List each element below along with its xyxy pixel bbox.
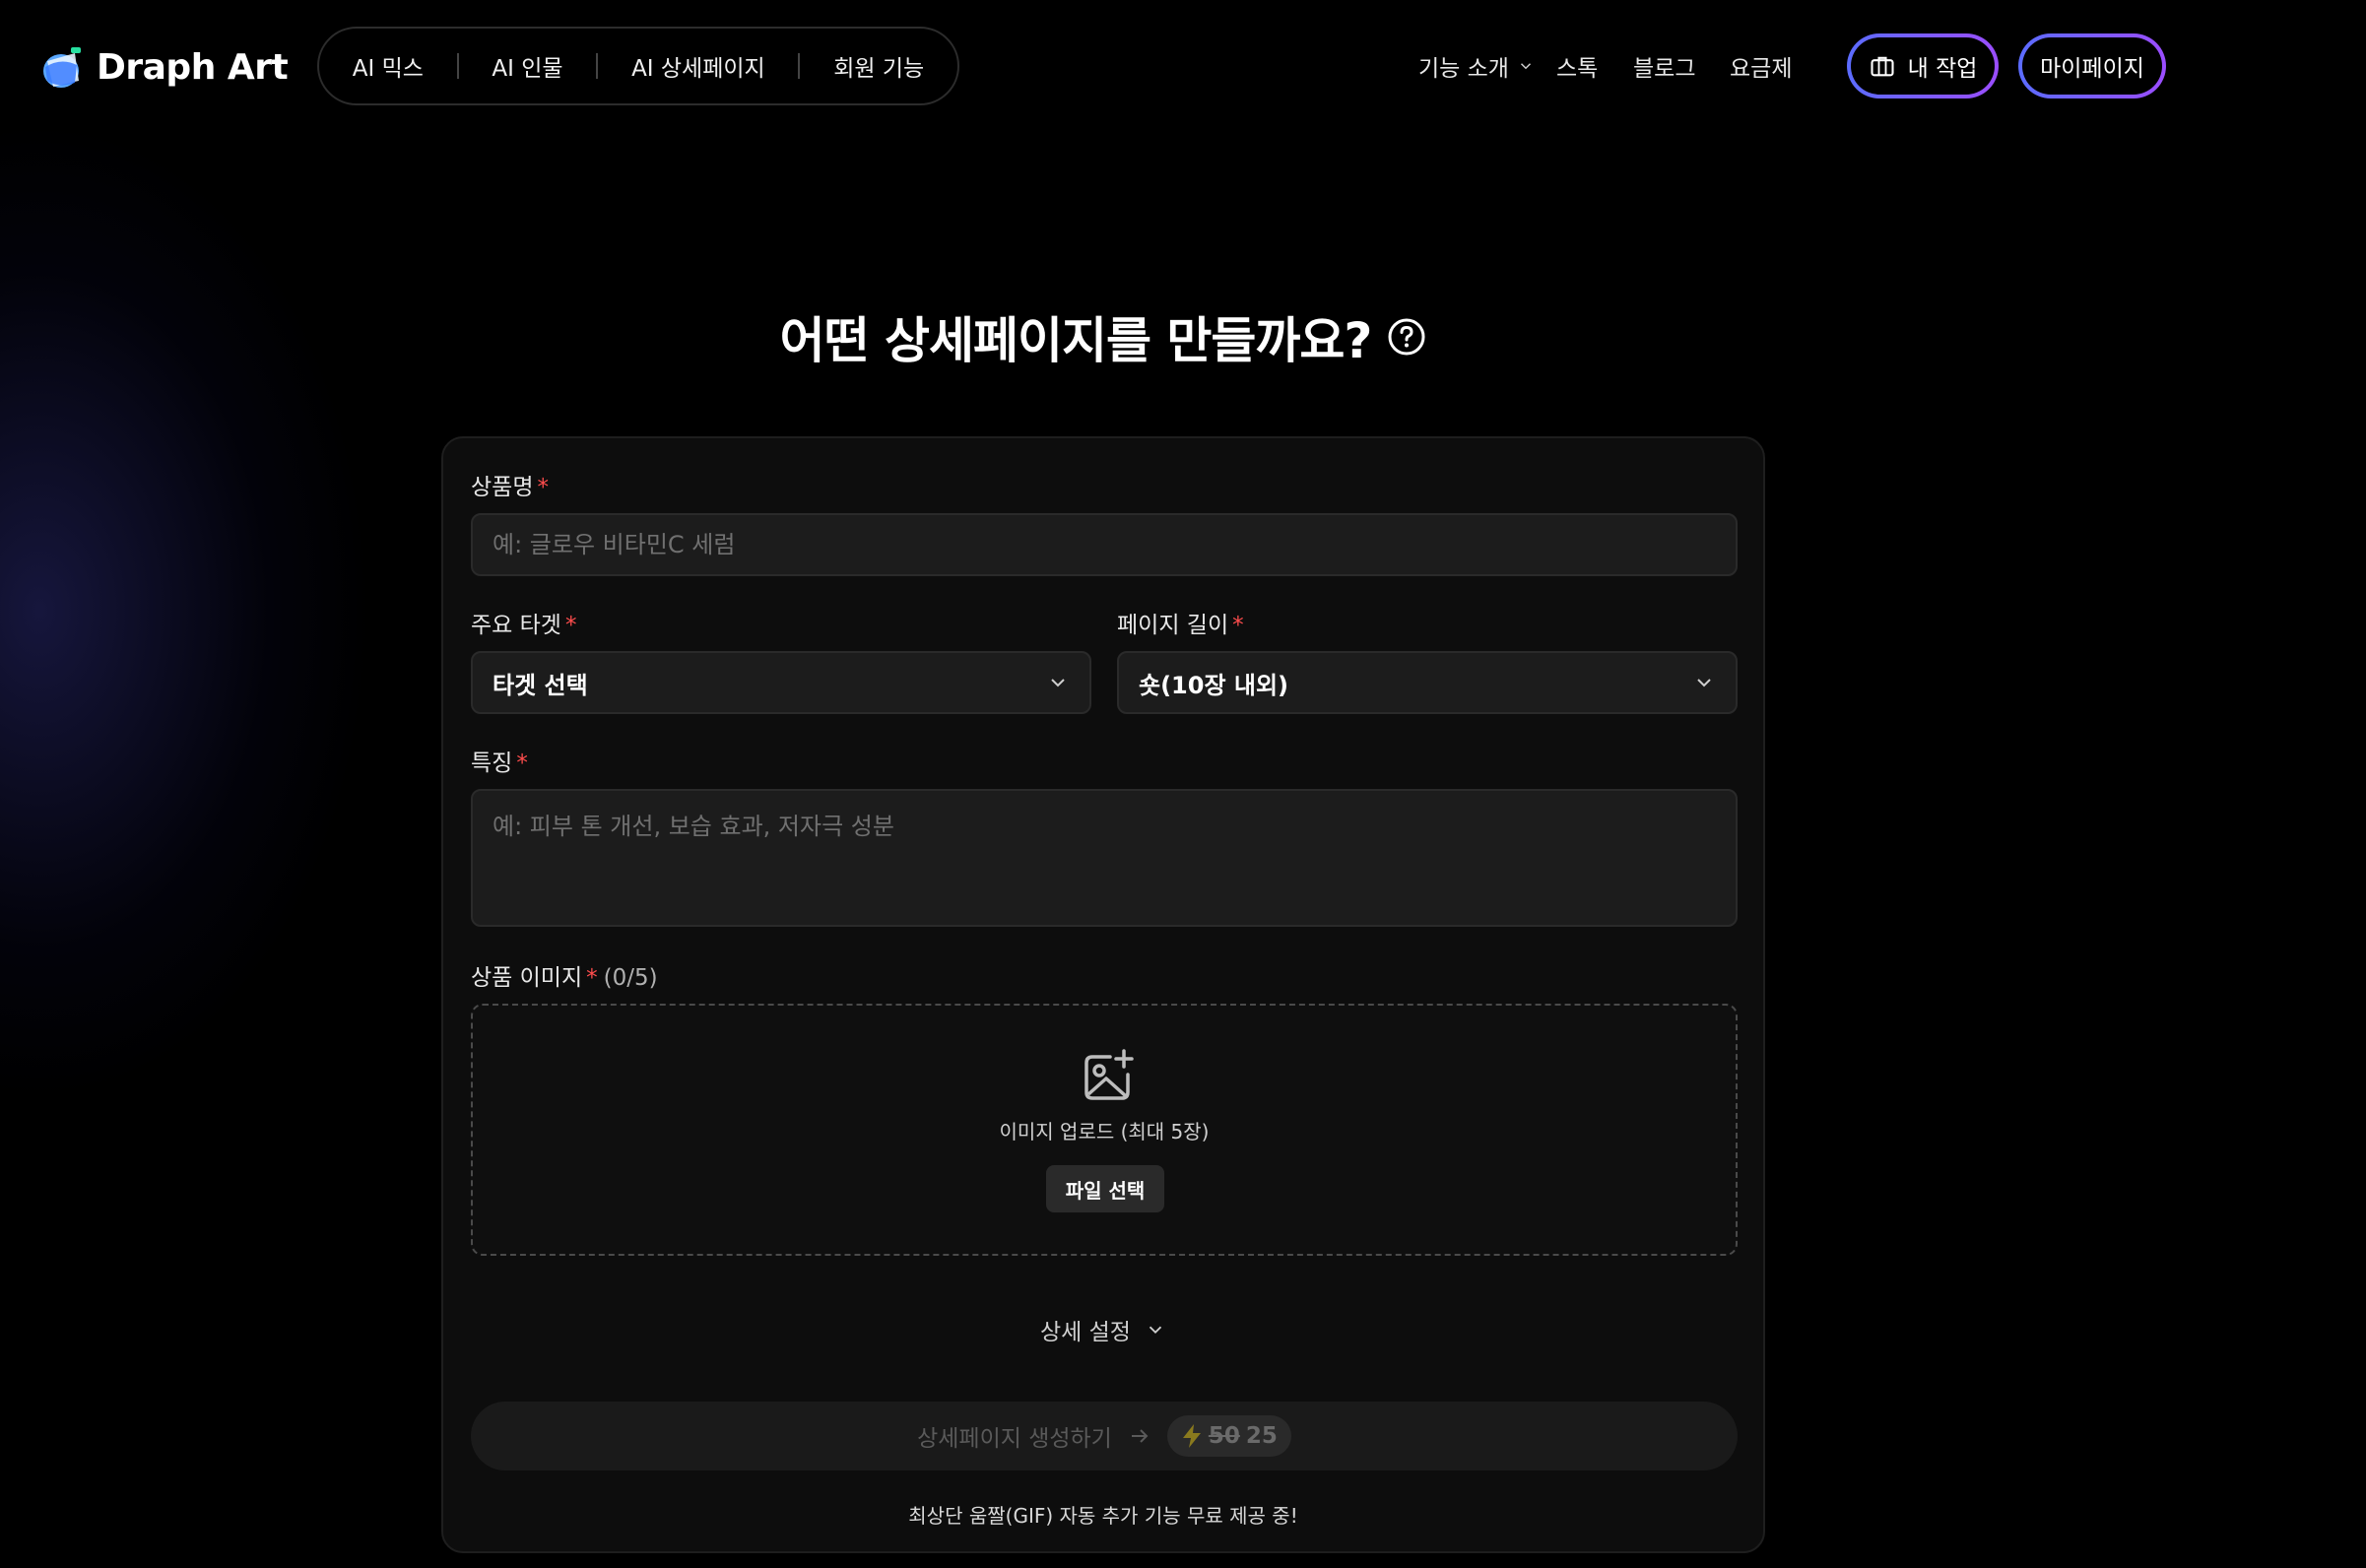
required-mark: * xyxy=(516,751,528,776)
briefcase-icon xyxy=(1871,56,1894,77)
promo-footnote: 최상단 움짤(GIF) 자동 추가 기능 무료 제공 중! xyxy=(908,1504,1298,1528)
required-mark: * xyxy=(1232,613,1244,638)
product-name-input[interactable] xyxy=(493,531,1716,558)
nav-pricing[interactable]: 요금제 xyxy=(1730,49,1792,83)
page-length-label: 페이지 길이 * xyxy=(1117,613,1244,638)
target-label: 주요 타겟 * xyxy=(471,613,577,638)
brand-logo[interactable]: Draph Art xyxy=(41,39,289,95)
required-mark: * xyxy=(537,475,549,500)
nav-features-dropdown[interactable]: 기능 소개 xyxy=(1418,49,1535,83)
product-image-label: 상품 이미지 * (0/5) xyxy=(471,965,658,991)
logo-icon xyxy=(43,47,81,88)
features-field[interactable] xyxy=(471,789,1738,927)
nav-item-member-features[interactable]: 회원 기능 xyxy=(833,49,924,83)
chevron-down-icon xyxy=(1697,679,1711,687)
file-select-button[interactable]: 파일 선택 xyxy=(1046,1165,1164,1212)
credit-badge: 50 25 xyxy=(1166,1415,1291,1457)
page-length-select[interactable]: 숏(10장 내외) xyxy=(1117,651,1738,714)
page-title: 어떤 상세페이지를 만들까요? xyxy=(779,312,1373,369)
brand-name: Draph Art xyxy=(97,46,289,88)
image-add-icon xyxy=(1084,1049,1134,1100)
chevron-down-icon xyxy=(1149,1326,1162,1335)
required-mark: * xyxy=(564,613,577,638)
credit-original: 50 xyxy=(1208,1423,1240,1449)
my-page-label: 마이페이지 xyxy=(2040,56,2144,82)
nav-item-ai-detail-page[interactable]: AI 상세페이지 xyxy=(631,49,765,83)
image-upload-dropzone[interactable]: 이미지 업로드 (최대 5장) 파일 선택 xyxy=(471,1004,1738,1256)
generate-button[interactable]: 상세페이지 생성하기 50 25 xyxy=(471,1402,1738,1470)
product-name-field[interactable] xyxy=(471,513,1738,576)
chevron-down-icon xyxy=(1051,679,1065,687)
help-icon[interactable] xyxy=(1387,317,1426,357)
lightning-icon xyxy=(1182,1424,1201,1448)
image-count: (0/5) xyxy=(603,965,658,991)
detail-settings-label: 상세 설정 xyxy=(1040,1320,1131,1345)
upload-hint: 이미지 업로드 (최대 5장) xyxy=(999,1120,1210,1143)
nav-divider xyxy=(596,53,599,79)
product-nav: AI 믹스 AI 인물 AI 상세페이지 회원 기능 xyxy=(317,27,959,105)
my-work-label: 내 작업 xyxy=(1907,56,1978,82)
product-name-label: 상품명 * xyxy=(471,475,549,500)
detail-settings-toggle[interactable]: 상세 설정 xyxy=(443,1313,1763,1346)
page-length-select-value: 숏(10장 내외) xyxy=(1139,671,1289,699)
generate-label: 상세페이지 생성하기 xyxy=(917,1426,1112,1452)
page-heading: 어떤 상세페이지를 만들까요? xyxy=(0,301,2206,372)
features-label: 특징 * xyxy=(471,751,528,776)
target-select[interactable]: 타겟 선택 xyxy=(471,651,1091,714)
nav-stock[interactable]: 스톡 xyxy=(1556,49,1598,83)
nav-divider xyxy=(456,53,459,79)
nav-blog[interactable]: 블로그 xyxy=(1633,49,1695,83)
nav-item-ai-person[interactable]: AI 인물 xyxy=(492,49,562,83)
nav-divider xyxy=(798,53,801,79)
target-select-value: 타겟 선택 xyxy=(493,671,588,699)
my-page-button[interactable]: 마이페이지 xyxy=(2018,33,2166,98)
credit-discounted: 25 xyxy=(1245,1423,1278,1449)
header: Draph Art AI 믹스 AI 인물 AI 상세페이지 회원 기능 기능 … xyxy=(0,0,2366,132)
my-work-button[interactable]: 내 작업 xyxy=(1847,33,1999,98)
arrow-right-icon xyxy=(1131,1429,1149,1443)
nav-features-label: 기능 소개 xyxy=(1418,56,1509,82)
features-textarea[interactable] xyxy=(493,791,1716,925)
detail-page-form: 상품명* 주요 타겟* 타겟 선택 페이지 길이* 숏(10장 내외) 특징* … xyxy=(441,436,1765,1553)
required-mark: * xyxy=(586,965,598,991)
nav-item-ai-mix[interactable]: AI 믹스 xyxy=(353,49,424,83)
chevron-down-icon xyxy=(1520,63,1531,70)
